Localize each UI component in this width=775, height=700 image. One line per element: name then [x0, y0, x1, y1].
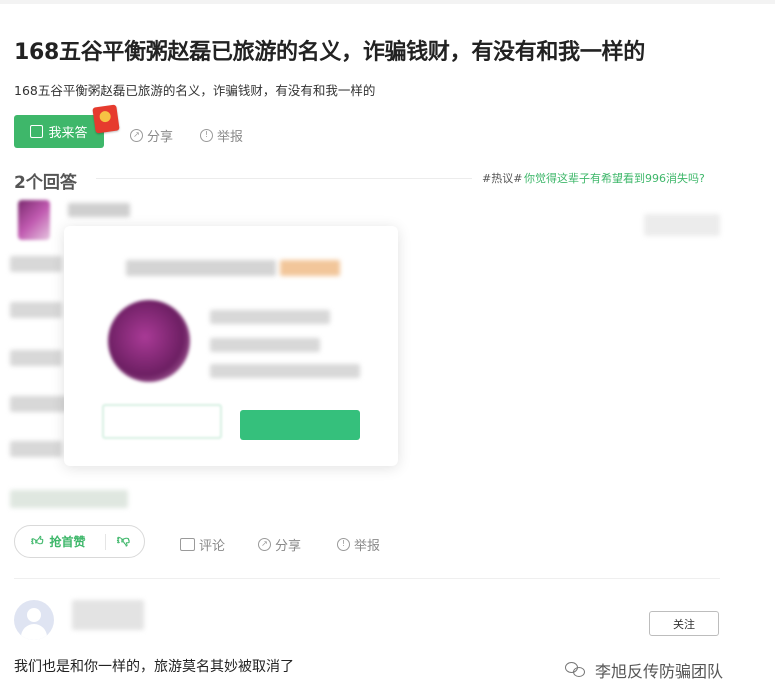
- share-icon: ↗: [130, 129, 143, 142]
- answer-text-blurred-5: [10, 441, 62, 457]
- comment-button[interactable]: 评论: [180, 535, 225, 554]
- avatar[interactable]: [14, 600, 54, 640]
- thumbs-up-icon: 👍︎: [31, 534, 44, 548]
- answer-button[interactable]: 我来答: [14, 115, 104, 148]
- red-packet-icon[interactable]: [92, 104, 120, 134]
- card-info-blurred-2: [210, 338, 320, 352]
- answer-count: 2个回答: [14, 173, 77, 193]
- answer-divider: [14, 578, 720, 579]
- warning-icon: !: [200, 129, 213, 142]
- answerer-avatar-blurred: [18, 200, 50, 240]
- card-badge-blurred: [280, 260, 340, 276]
- answer-button-label: 我来答: [48, 126, 88, 141]
- hot-topic-tag: #热议#: [482, 172, 523, 185]
- top-border: [0, 0, 775, 4]
- card-avatar-blurred: [108, 300, 190, 382]
- question-title: 168五谷平衡粥赵磊已旅游的名义，诈骗钱财，有没有和我一样的: [14, 40, 645, 65]
- like-label: 抢首赞: [49, 535, 86, 549]
- answer-text-blurred-2: [10, 302, 62, 318]
- answer-text-blurred-1: [10, 256, 62, 272]
- share-label: 分享: [147, 130, 174, 145]
- answer-text-blurred-6: [10, 490, 128, 508]
- answer-date-blurred: [644, 214, 720, 236]
- follow-button[interactable]: 关注: [649, 611, 719, 636]
- answer-report-label: 举报: [354, 539, 381, 554]
- user-head-icon: [27, 608, 41, 622]
- question-description: 168五谷平衡粥赵磊已旅游的名义，诈骗钱财，有没有和我一样的: [14, 83, 376, 98]
- second-answerer-name-blurred: [72, 600, 144, 630]
- card-right-button-blurred: [240, 410, 360, 440]
- card-left-button-blurred: [102, 404, 222, 439]
- thumbs-down-icon[interactable]: 👎︎: [117, 533, 130, 548]
- answerer-name-blurred: [68, 203, 130, 217]
- like-separator: [105, 534, 106, 550]
- share-icon: ↗: [258, 538, 271, 551]
- answer-share-button[interactable]: ↗ 分享: [258, 535, 301, 554]
- answer-count-divider: [96, 178, 472, 179]
- edit-icon: [30, 125, 44, 138]
- hot-topic-link[interactable]: 你觉得这辈子有希望看到996消失吗?: [524, 170, 705, 186]
- watermark: 李旭反传防骗团队: [565, 658, 723, 682]
- report-label: 举报: [217, 130, 244, 145]
- answer-report-button[interactable]: ! 举报: [337, 535, 380, 554]
- comment-label: 评论: [199, 539, 226, 554]
- second-answer-text: 我们也是和你一样的，旅游莫名其妙被取消了: [14, 659, 294, 675]
- share-button[interactable]: ↗ 分享: [130, 126, 173, 145]
- card-title-blurred: [126, 260, 276, 276]
- card-info-blurred-3: [210, 364, 360, 378]
- card-info-blurred-1: [210, 310, 330, 324]
- answer-share-label: 分享: [275, 539, 302, 554]
- like-button[interactable]: 👍︎ 抢首赞 👎︎: [14, 525, 145, 558]
- watermark-text: 李旭反传防骗团队: [595, 662, 724, 681]
- report-button[interactable]: ! 举报: [200, 126, 243, 145]
- wechat-icon: [565, 662, 587, 678]
- comment-icon: [180, 538, 195, 551]
- warning-icon: !: [337, 538, 350, 551]
- answer-text-blurred-4: [10, 396, 68, 412]
- answer-text-blurred-3: [10, 350, 62, 366]
- user-body-icon: [21, 624, 47, 640]
